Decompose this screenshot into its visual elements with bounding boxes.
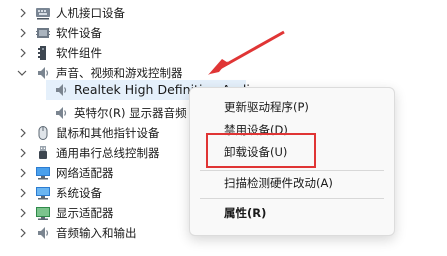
hid-icon: [35, 5, 51, 21]
chevron-right-icon[interactable]: [18, 183, 28, 203]
menu-separator: [200, 198, 384, 199]
chevron-right-icon[interactable]: [18, 223, 28, 243]
chevron-right-icon[interactable]: [18, 203, 28, 223]
annotation-highlight-box: [206, 133, 316, 168]
system-device-icon: [35, 185, 51, 201]
device-manager-view: 人机接口设备 软件设备 软件组件 声音、视频和游戏控制器 Realtek Hig…: [0, 0, 447, 256]
usb-icon: [35, 145, 51, 161]
software-component-icon: [35, 45, 51, 61]
tree-item-label: 系统设备: [56, 186, 102, 200]
tree-item-label: 软件设备: [56, 26, 102, 40]
menu-item-update-driver[interactable]: 更新驱动程序(P): [224, 96, 309, 118]
speaker-icon: [35, 225, 51, 241]
speaker-icon: [53, 105, 69, 121]
mouse-icon: [35, 125, 51, 141]
annotation-arrow-icon: [208, 30, 285, 75]
chevron-right-icon[interactable]: [18, 23, 28, 43]
tree-item-label: 软件组件: [56, 46, 102, 60]
tree-item-label: 显示适配器: [56, 206, 114, 220]
tree-item-label: 网络适配器: [56, 166, 114, 180]
chevron-right-icon[interactable]: [18, 3, 28, 23]
tree-item-label: 英特尔(R) 显示器音频: [74, 106, 187, 120]
network-icon: [35, 165, 51, 181]
chevron-right-icon[interactable]: [18, 163, 28, 183]
speaker-icon: [53, 82, 69, 98]
tree-item-label: 通用串行总线控制器: [56, 146, 160, 160]
tree-item-hid[interactable]: 人机接口设备: [0, 3, 250, 23]
speaker-icon: [35, 65, 51, 81]
menu-separator: [200, 170, 384, 171]
menu-item-scan-hardware[interactable]: 扫描检测硬件改动(A): [224, 172, 333, 194]
chevron-right-icon[interactable]: [18, 43, 28, 63]
tree-item-label: 音频输入和输出: [56, 226, 137, 240]
software-device-icon: [35, 25, 51, 41]
tree-item-label: 人机接口设备: [56, 6, 125, 20]
menu-item-properties[interactable]: 属性(R): [224, 202, 266, 224]
tree-item-label: 鼠标和其他指针设备: [56, 126, 160, 140]
display-adapter-icon: [35, 205, 51, 221]
chevron-right-icon[interactable]: [18, 143, 28, 163]
chevron-right-icon[interactable]: [18, 123, 28, 143]
